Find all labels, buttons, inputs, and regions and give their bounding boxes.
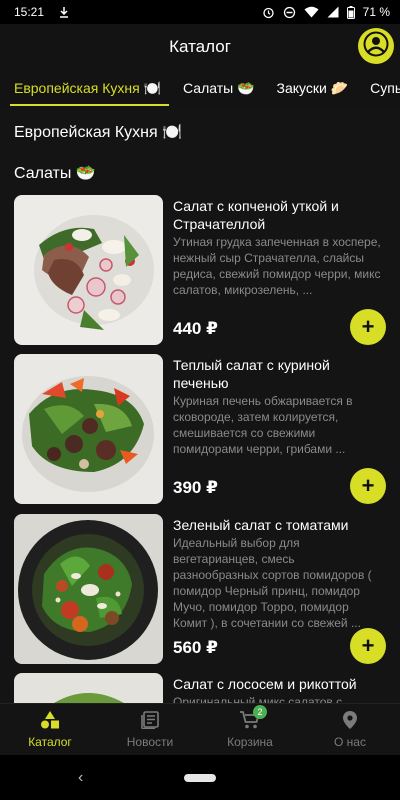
product-image (14, 354, 163, 504)
battery-level: 71 % (362, 5, 390, 19)
bottom-nav: Каталог Новости 2 Корзина О нас (0, 703, 400, 755)
nav-news[interactable]: Новости (100, 704, 200, 755)
nav-label: Новости (126, 734, 174, 749)
status-time: 15:21 (14, 5, 45, 19)
product-image (14, 195, 163, 345)
location-icon (343, 710, 357, 732)
product-description: Идеальный выбор для вегетарианцев, смесь… (173, 536, 372, 630)
alarm-icon (262, 6, 275, 19)
profile-button[interactable] (358, 28, 394, 64)
dnd-icon (283, 6, 296, 19)
tab-european-cuisine[interactable]: Европейская Кухня 🍽️ (0, 70, 170, 106)
add-to-cart-button[interactable]: + (350, 468, 386, 504)
product-price: 560 ₽ (173, 638, 218, 657)
tab-salads[interactable]: Салаты 🥗 (169, 70, 263, 106)
page-title: Каталог (169, 37, 231, 56)
product-card[interactable]: Теплый салат с куриной печенью Куриная п… (14, 354, 386, 506)
system-nav-bar: ‹ (0, 755, 400, 800)
app-bar: Каталог (0, 24, 400, 70)
status-bar: 15:21 71 % (0, 0, 400, 24)
tab-soups[interactable]: Супы 🍲 (356, 70, 400, 106)
add-to-cart-button[interactable]: + (350, 309, 386, 345)
download-icon (58, 6, 70, 18)
category-title: Европейская Кухня 🍽️ (14, 124, 183, 141)
nav-catalog[interactable]: Каталог (0, 704, 100, 755)
nav-cart[interactable]: 2 Корзина (200, 704, 300, 755)
wifi-icon (304, 6, 319, 18)
product-price: 440 ₽ (173, 319, 218, 338)
product-description: Куриная печень обжаривается в сковороде,… (173, 394, 353, 456)
product-name: Салат с копченой уткой и Страчателлой (173, 198, 339, 232)
catalog-list[interactable]: Европейская Кухня 🍽️ Салаты 🥗 Салат с ко… (0, 106, 400, 703)
product-image (14, 673, 163, 703)
section-title: Салаты 🥗 (14, 165, 96, 182)
catalog-icon (40, 710, 60, 732)
product-image (14, 514, 163, 664)
nav-label: О нас (334, 734, 366, 749)
category-tabs: Европейская Кухня 🍽️ Салаты 🥗 Закуски 🥟 … (0, 70, 400, 106)
cart-count-badge: 2 (253, 705, 267, 719)
product-description: Утиная грудка запеченная в хоспере, нежн… (173, 235, 381, 297)
add-to-cart-button[interactable]: + (350, 628, 386, 664)
product-name: Зеленый салат с томатами (173, 517, 349, 533)
product-name: Салат с лососем и рикоттой (173, 676, 357, 692)
product-price: 390 ₽ (173, 478, 218, 497)
nav-label: Каталог (28, 734, 72, 749)
product-name: Теплый салат с куриной печенью (173, 357, 330, 391)
nav-label: Корзина (227, 734, 273, 749)
tab-snacks[interactable]: Закуски 🥟 (263, 70, 357, 106)
battery-icon (346, 5, 355, 19)
home-handle[interactable] (184, 774, 216, 782)
user-icon (363, 31, 389, 62)
nav-about[interactable]: О нас (300, 704, 400, 755)
product-description: Оригинальный микс салатов с (173, 695, 343, 703)
back-icon[interactable]: ‹ (78, 769, 83, 787)
news-icon (141, 710, 159, 732)
product-card[interactable]: Зеленый салат с томатами Идеальный выбор… (14, 514, 386, 666)
signal-icon (327, 6, 339, 18)
product-card[interactable]: Салат с лососем и рикоттой Оригинальный … (14, 673, 386, 703)
product-card[interactable]: Салат с копченой уткой и Страчателлой Ут… (14, 195, 386, 347)
